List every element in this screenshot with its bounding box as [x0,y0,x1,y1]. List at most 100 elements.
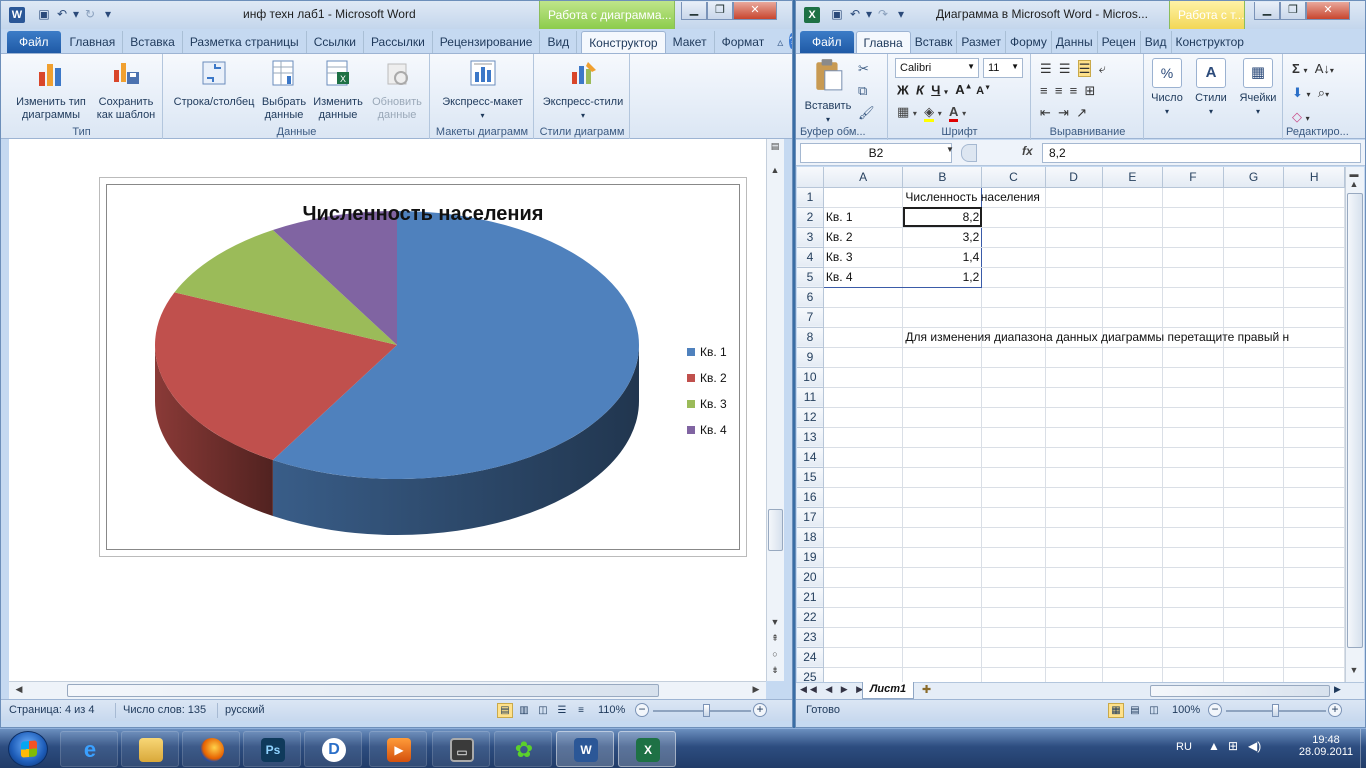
pie-chart[interactable] [107,185,741,551]
grid-cell[interactable] [1223,607,1285,628]
row-header[interactable]: 9 [797,347,824,368]
grid-cell[interactable] [1162,367,1224,388]
tab-layout[interactable]: Макет [666,31,715,53]
grid-cell[interactable] [1162,467,1224,488]
formula-input[interactable]: 8,2 [1042,143,1361,163]
row-header[interactable]: 7 [797,307,824,328]
cell-a[interactable] [823,507,904,528]
taskbar-photoshop[interactable]: Ps [243,731,301,767]
grid-cell[interactable] [1102,387,1164,408]
orientation-icon[interactable]: ↗ [1076,105,1087,120]
grid-cell[interactable] [1045,467,1103,488]
excel-h-scroll-thumb[interactable] [1150,685,1330,697]
font-color-icon[interactable]: A [949,104,959,122]
grid-cell[interactable] [981,567,1046,588]
grid-cell[interactable] [1283,467,1345,488]
increase-indent-icon[interactable]: ⇥ [1058,105,1069,120]
row-header[interactable]: 20 [797,567,824,588]
cell-a[interactable] [823,587,904,608]
cell-b[interactable] [902,427,983,448]
excel-undo-dropdown-icon[interactable]: ▾ [864,7,874,21]
row-header[interactable]: 24 [797,647,824,668]
grid-cell[interactable] [1162,387,1224,408]
cell-b[interactable]: 3,2 [902,227,983,248]
taskbar-excel[interactable]: X [618,731,676,767]
align-middle-icon[interactable]: ☰ [1059,61,1071,76]
chart-area[interactable]: Численность населения Кв. 1 Кв. 2 Кв. 3 Кв.… [106,184,740,550]
grid-cell[interactable] [1223,667,1285,682]
cell-b[interactable] [902,287,983,308]
grid-cell[interactable] [1223,427,1285,448]
cell-a[interactable] [823,607,904,628]
grid-cell[interactable] [1223,487,1285,508]
grid-cell[interactable] [1045,547,1103,568]
cell-a[interactable] [823,647,904,668]
grid-cell[interactable] [981,427,1046,448]
grid-cell[interactable] [1102,507,1164,528]
outline-icon[interactable]: ☰ [554,703,570,718]
grid-cell[interactable] [1223,347,1285,368]
grid-cell[interactable] [1223,407,1285,428]
grid-cell[interactable] [981,227,1046,248]
select-data-button[interactable]: Выбрать данные [258,58,310,122]
grid-cell[interactable] [1223,467,1285,488]
excel-maximize-button[interactable]: ❐ [1280,2,1306,20]
cell-b[interactable] [902,607,983,628]
row-header[interactable]: 16 [797,487,824,508]
tab-mailings[interactable]: Рассылки [364,31,433,53]
grid-cell[interactable] [981,647,1046,668]
column-header-h[interactable]: H [1283,167,1345,188]
grid-cell[interactable] [1162,287,1224,308]
column-header-c[interactable]: C [981,167,1046,188]
excel-tab-design[interactable]: Конструктор [1172,31,1248,53]
next-page-icon[interactable]: ⇟ [767,665,783,676]
grid-cell[interactable] [1283,187,1345,208]
grid-cell[interactable] [1045,427,1103,448]
grid-cell[interactable] [1162,507,1224,528]
grid-cell[interactable] [981,247,1046,268]
cell-b[interactable]: 1,2 [902,267,983,288]
cell-a[interactable]: Кв. 4 [823,267,904,288]
word-app-icon[interactable]: W [9,7,25,23]
grid-cell[interactable] [1162,427,1224,448]
show-desktop-button[interactable] [1360,729,1366,768]
grid-cell[interactable] [1283,207,1345,228]
browse-object-icon[interactable]: ○ [767,649,783,659]
cell-a[interactable] [823,307,904,328]
grid-cell[interactable] [1223,387,1285,408]
grid-cell[interactable] [1223,187,1285,208]
word-count[interactable]: Число слов: 135 [123,704,206,716]
web-layout-icon[interactable]: ◫ [535,703,551,718]
grid-cell[interactable] [1283,407,1345,428]
language-indicator[interactable]: RU [1176,741,1192,753]
cell-a[interactable] [823,527,904,548]
grid-cell[interactable] [1045,447,1103,468]
grid-cell[interactable] [1283,387,1345,408]
clear-icon[interactable]: ◇ [1292,109,1302,124]
cell-b[interactable] [902,667,983,682]
grid-cell[interactable] [1045,307,1103,328]
vertical-scrollbar[interactable]: ▤ ▲ ▼ ⇞ ○ ⇟ [766,139,784,681]
row-header[interactable]: 13 [797,427,824,448]
cell-a[interactable] [823,407,904,428]
cell-b[interactable]: 1,4 [902,247,983,268]
row-header[interactable]: 15 [797,467,824,488]
tab-design[interactable]: Конструктор [581,31,666,53]
cell-b[interactable] [902,387,983,408]
grid-cell[interactable] [1045,247,1103,268]
clock-date[interactable]: 28.09.2011 [1296,746,1356,758]
excel-qat-customize-icon[interactable]: ▾ [892,7,910,21]
worksheet-grid[interactable]: ABCDEFGH 1 Численность населения 2 Кв. 1 8,2… [797,167,1345,682]
page-count[interactable]: Страница: 4 из 4 [9,704,95,716]
grid-cell[interactable] [1162,447,1224,468]
cell-b[interactable] [902,487,983,508]
row-header[interactable]: 2 [797,207,824,228]
grid-cell[interactable] [1102,247,1164,268]
cell-b[interactable] [902,307,983,328]
cell-b[interactable] [902,447,983,468]
grid-cell[interactable] [1223,547,1285,568]
grid-cell[interactable] [981,547,1046,568]
cell-b[interactable] [902,627,983,648]
help-icon[interactable]: ? [789,33,792,49]
row-header[interactable]: 22 [797,607,824,628]
